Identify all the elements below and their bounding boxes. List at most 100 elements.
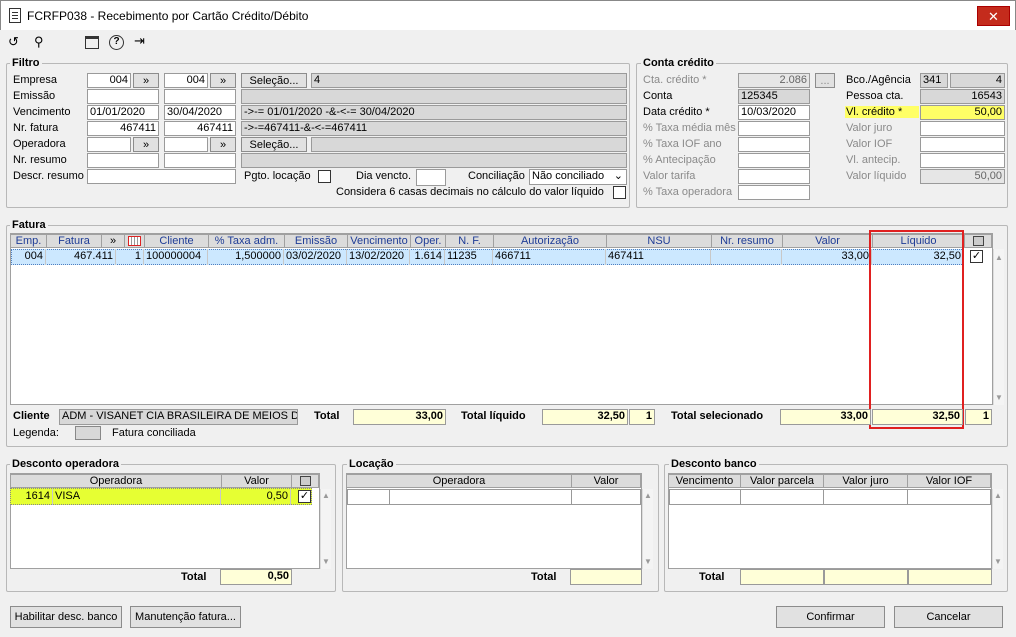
table-row[interactable] (669, 489, 991, 505)
col-loc-operadora[interactable]: Operadora (346, 474, 571, 488)
operadora-to-input[interactable] (164, 137, 208, 152)
operadora-from-nav-button[interactable]: » (133, 137, 159, 152)
chevron-up-icon[interactable]: ▲ (994, 491, 1002, 500)
col-grid-select[interactable] (124, 234, 144, 248)
help-icon[interactable]: ? (109, 35, 124, 50)
empresa-from-input[interactable]: 004 (87, 73, 131, 88)
desconto-banco-scrollbar[interactable]: ▲ ▼ (992, 489, 1003, 569)
fatura-to-input[interactable]: 467411 (164, 121, 236, 136)
col-desc-valor[interactable]: Valor (221, 474, 291, 488)
nr-resumo-from-input[interactable] (87, 153, 159, 168)
cell-vencimento: 13/02/2020 (347, 249, 410, 265)
vl-credito-input[interactable]: 50,00 (920, 105, 1005, 120)
desc-row-checkbox[interactable]: ✓ (298, 490, 311, 503)
taxa-iof-input[interactable] (738, 137, 810, 152)
close-window-button[interactable]: ✕ (977, 6, 1010, 26)
valor-liquido-input: 50,00 (920, 169, 1005, 184)
empresa-from-nav-button[interactable]: » (133, 73, 159, 88)
col-banco-iof[interactable]: Valor IOF (907, 474, 991, 488)
habilitar-desc-banco-button[interactable]: Habilitar desc. banco (10, 606, 122, 628)
exit-icon[interactable]: ⇥ (134, 33, 145, 49)
casas-decimais-checkbox[interactable] (613, 186, 626, 199)
cta-credito-lookup-button[interactable]: ... (815, 73, 835, 88)
chevron-down-icon[interactable]: ▼ (322, 557, 330, 566)
emissao-from-input[interactable] (87, 89, 159, 104)
col-cliente[interactable]: Cliente (144, 234, 208, 248)
select-all-icon[interactable] (973, 236, 984, 246)
col-nr-resumo[interactable]: Nr. resumo (711, 234, 782, 248)
taxa-operadora-input[interactable] (738, 185, 810, 200)
col-taxa-adm[interactable]: % Taxa adm. (208, 234, 284, 248)
col-banco-vencimento[interactable]: Vencimento (668, 474, 740, 488)
operadora-selecao-button[interactable]: Seleção... (241, 137, 307, 152)
col-desc-operadora[interactable]: Operadora (10, 474, 221, 488)
valor-iof-input[interactable] (920, 137, 1005, 152)
table-row[interactable] (347, 489, 641, 505)
fatura-total: 33,00 (353, 409, 446, 425)
conciliacao-label: Conciliação (468, 170, 525, 182)
row-select-checkbox[interactable]: ✓ (970, 250, 983, 263)
vencimento-from-input[interactable]: 01/01/2020 (87, 105, 159, 120)
chevron-down-icon[interactable]: ▼ (995, 393, 1003, 402)
empresa-to-nav-button[interactable]: » (210, 73, 236, 88)
operadora-to-nav-button[interactable]: » (210, 137, 236, 152)
valor-tarifa-label: Valor tarifa (643, 170, 696, 182)
col-banco-parcela[interactable]: Valor parcela (740, 474, 823, 488)
col-nf[interactable]: N. F. (445, 234, 493, 248)
desc-operadora-total-label: Total (181, 571, 207, 583)
vencimento-label: Vencimento (13, 106, 71, 118)
cell-oper: 1.614 (410, 249, 445, 265)
col-autorizacao[interactable]: Autorização (493, 234, 606, 248)
total-selecionado-count: 1 (965, 409, 992, 425)
chevron-down-icon[interactable]: ▼ (994, 557, 1002, 566)
chevron-up-icon[interactable]: ▲ (995, 253, 1003, 262)
vl-antecip-label: Vl. antecip. (846, 154, 901, 166)
col-expand[interactable]: » (101, 234, 124, 248)
antecipacao-input[interactable] (738, 153, 810, 168)
operadora-from-input[interactable] (87, 137, 131, 152)
valor-tarifa-input[interactable] (738, 169, 810, 184)
select-all-icon[interactable] (300, 476, 311, 486)
col-emissao[interactable]: Emissão (284, 234, 347, 248)
cancelar-button[interactable]: Cancelar (894, 606, 1003, 628)
window-title: FCRFP038 - Recebimento por Cartão Crédit… (27, 9, 309, 23)
valor-juro-label: Valor juro (846, 122, 893, 134)
col-vencimento[interactable]: Vencimento (347, 234, 410, 248)
vencimento-to-input[interactable]: 30/04/2020 (164, 105, 236, 120)
confirmar-button[interactable]: Confirmar (776, 606, 885, 628)
taxa-media-input[interactable] (738, 121, 810, 136)
refresh-icon[interactable]: ↺ (8, 34, 19, 50)
locacao-scrollbar[interactable]: ▲ ▼ (642, 489, 653, 569)
chevron-down-icon[interactable]: ▼ (644, 557, 652, 566)
col-select[interactable] (964, 234, 992, 248)
chevron-up-icon[interactable]: ▲ (322, 491, 330, 500)
col-nsu[interactable]: NSU (606, 234, 711, 248)
manutencao-fatura-button[interactable]: Manutenção fatura... (130, 606, 241, 628)
col-fatura[interactable]: Fatura (46, 234, 101, 248)
emissao-to-input[interactable] (164, 89, 236, 104)
fatura-from-input[interactable]: 467411 (87, 121, 159, 136)
empresa-selecao-button[interactable]: Seleção... (241, 73, 307, 88)
nr-resumo-to-input[interactable] (164, 153, 236, 168)
col-oper[interactable]: Oper. (410, 234, 445, 248)
desconto-operadora-scrollbar[interactable]: ▲ ▼ (320, 489, 331, 569)
search-icon[interactable]: ⚲ (34, 34, 44, 50)
calendar-icon[interactable] (85, 36, 99, 49)
empresa-to-input[interactable]: 004 (164, 73, 208, 88)
col-banco-juro[interactable]: Valor juro (823, 474, 907, 488)
col-desc-select[interactable] (291, 474, 319, 488)
col-loc-valor[interactable]: Valor (571, 474, 641, 488)
col-emp[interactable]: Emp. (10, 234, 46, 248)
dia-vencto-input[interactable] (416, 169, 446, 186)
total-liquido: 32,50 (542, 409, 628, 425)
chevron-up-icon[interactable]: ▲ (644, 491, 652, 500)
conciliacao-select[interactable]: Não conciliado ⌄ (529, 169, 627, 185)
total-liquido-count: 1 (629, 409, 655, 425)
col-valor[interactable]: Valor (782, 234, 872, 248)
descr-resumo-input[interactable] (87, 169, 236, 184)
valor-juro-input[interactable] (920, 121, 1005, 136)
pgto-locacao-checkbox[interactable] (318, 170, 331, 183)
fatura-scrollbar[interactable]: ▲ ▼ (993, 249, 1004, 405)
data-credito-input[interactable]: 10/03/2020 (738, 105, 810, 120)
vl-antecip-input[interactable] (920, 153, 1005, 168)
